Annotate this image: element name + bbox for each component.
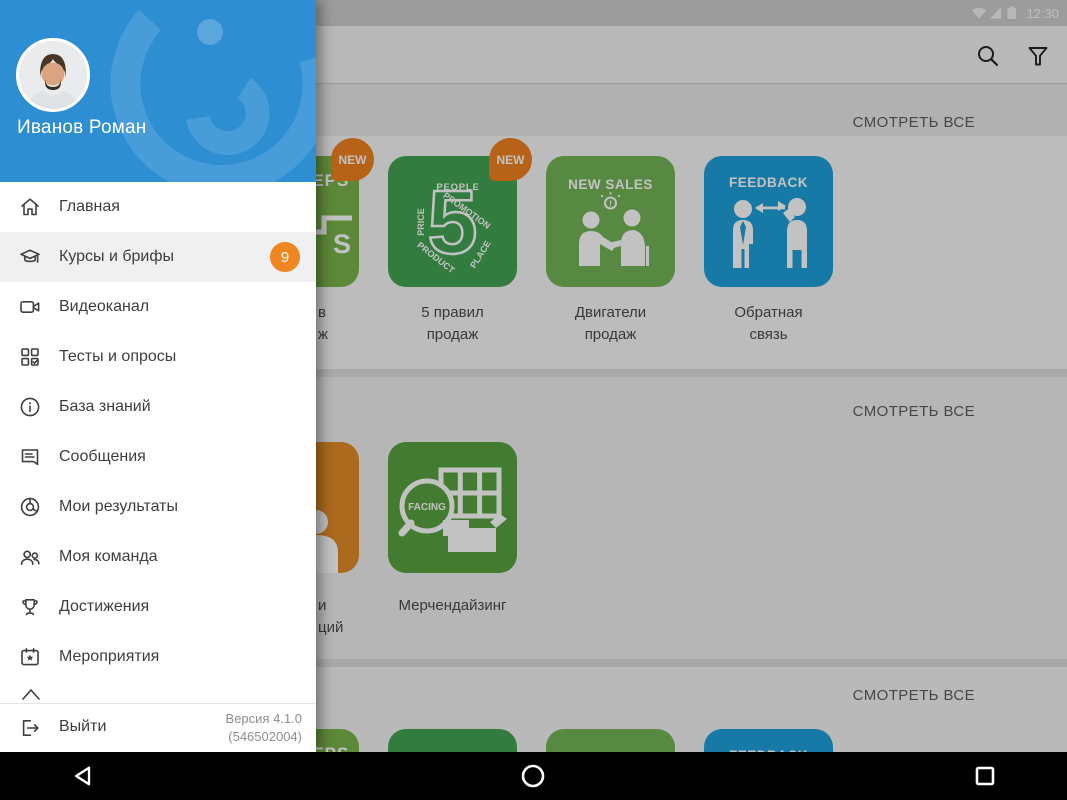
achievements-icon [18, 595, 42, 619]
sidebar-item-label: Мои результаты [59, 498, 178, 516]
drawer-footer: Выйти Версия 4.1.0 (546502004) [0, 703, 316, 752]
sidebar-item-events[interactable]: Мероприятия [0, 632, 316, 682]
sidebar-item-label: Мероприятия [59, 648, 159, 666]
messages-icon [18, 445, 42, 469]
avatar[interactable] [16, 38, 90, 112]
user-name: Иванов Роман [17, 117, 146, 139]
home-button[interactable] [521, 764, 545, 788]
results-icon [18, 495, 42, 519]
home-icon [521, 764, 545, 788]
recents-button[interactable] [973, 764, 997, 788]
recents-icon [973, 764, 997, 788]
sidebar-item-label: Достижения [59, 598, 149, 616]
back-button[interactable] [73, 764, 97, 788]
events-icon [18, 645, 42, 669]
sidebar-item-courses[interactable]: Курсы и брифы 9 [0, 232, 316, 282]
app-version: Версия 4.1.0 (546502004) [226, 710, 302, 746]
version-number: Версия 4.1.0 [226, 710, 302, 728]
sidebar-item-label: Тесты и опросы [59, 348, 176, 366]
logout-label: Выйти [59, 718, 106, 736]
logout-row[interactable]: Выйти [0, 704, 200, 752]
sidebar-item-home[interactable]: Главная [0, 182, 316, 232]
sidebar-item-knowledge-base[interactable]: База знаний [0, 382, 316, 432]
team-icon [18, 545, 42, 569]
sidebar-item-tests[interactable]: Тесты и опросы [0, 332, 316, 382]
tests-icon [18, 345, 42, 369]
sidebar-item-label: База знаний [59, 398, 151, 416]
home-icon [18, 195, 42, 219]
sidebar-item-label: Сообщения [59, 448, 146, 466]
drawer-menu: Главная Курсы и брифы 9 Видеоканал Тесты и о… [0, 182, 316, 682]
sidebar-item-label: Главная [59, 198, 120, 216]
sidebar-item-video-channel[interactable]: Видеоканал [0, 282, 316, 332]
drawer-header: Иванов Роман [0, 0, 316, 182]
navigation-drawer: Иванов Роман Главная Курсы и брифы 9 Видеок… [0, 0, 316, 752]
video-icon [18, 295, 42, 319]
sidebar-item-my-results[interactable]: Мои результаты [0, 482, 316, 532]
logout-icon [18, 716, 42, 740]
avatar-photo [19, 41, 87, 109]
app-logo-watermark [88, 0, 316, 182]
drawer-scrim[interactable] [316, 0, 1067, 752]
sidebar-item-label: Курсы и брифы [59, 248, 174, 266]
sidebar-item-messages[interactable]: Сообщения [0, 432, 316, 482]
sidebar-item-my-team[interactable]: Моя команда [0, 532, 316, 582]
sidebar-item-label: Моя команда [59, 548, 158, 566]
sidebar-item-label: Видеоканал [59, 298, 149, 316]
sidebar-item-achievements[interactable]: Достижения [0, 582, 316, 632]
notification-badge: 9 [270, 242, 300, 272]
app-screen: 12:30 СМОТРЕТЬ ВСЕ STEPS SNEWвж 5 PEOPLE… [0, 0, 1067, 800]
build-number: (546502004) [226, 728, 302, 746]
knowledge-icon [18, 395, 42, 419]
back-icon [73, 764, 97, 788]
courses-icon [18, 245, 42, 269]
